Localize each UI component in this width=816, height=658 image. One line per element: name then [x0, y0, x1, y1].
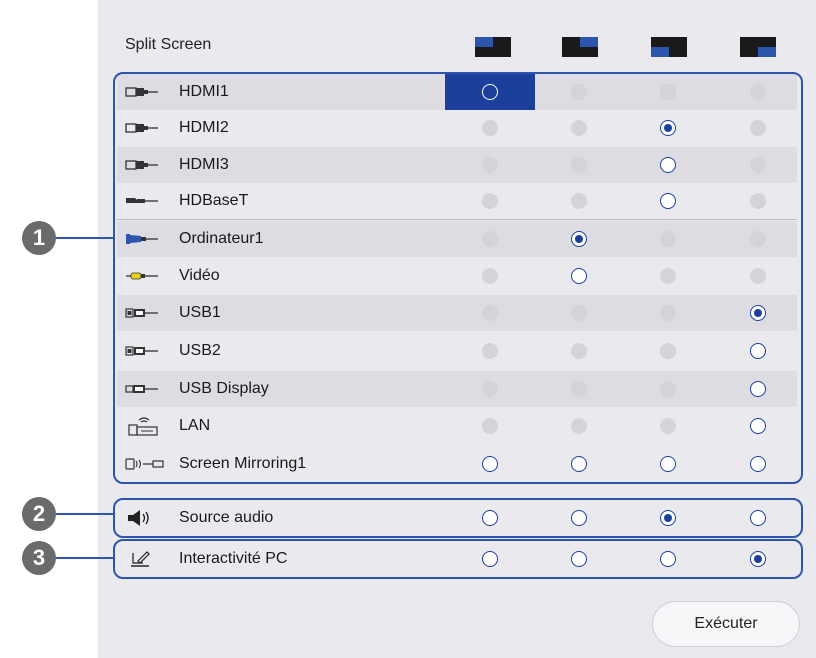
callout-3-number: 3: [32, 545, 46, 570]
interactive-group: [113, 539, 803, 579]
callout-1-line: [56, 237, 114, 239]
page-title: Split Screen: [125, 36, 212, 53]
layout-top-left-icon: [475, 37, 511, 57]
callout-1-number: 1: [32, 225, 46, 250]
callout-2-line: [56, 513, 114, 515]
callout-2: 2: [22, 497, 56, 531]
audio-group: [113, 498, 803, 538]
layout-bottom-right-icon: [740, 37, 776, 57]
callout-1: 1: [22, 221, 56, 255]
layout-top-right-icon: [651, 37, 687, 57]
execute-button[interactable]: Exécuter: [652, 601, 800, 647]
sources-group: [113, 72, 803, 484]
callout-3-line: [56, 557, 114, 559]
callout-3: 3: [22, 541, 56, 575]
layout-left-icon: [562, 37, 598, 57]
callout-2-number: 2: [32, 501, 46, 526]
